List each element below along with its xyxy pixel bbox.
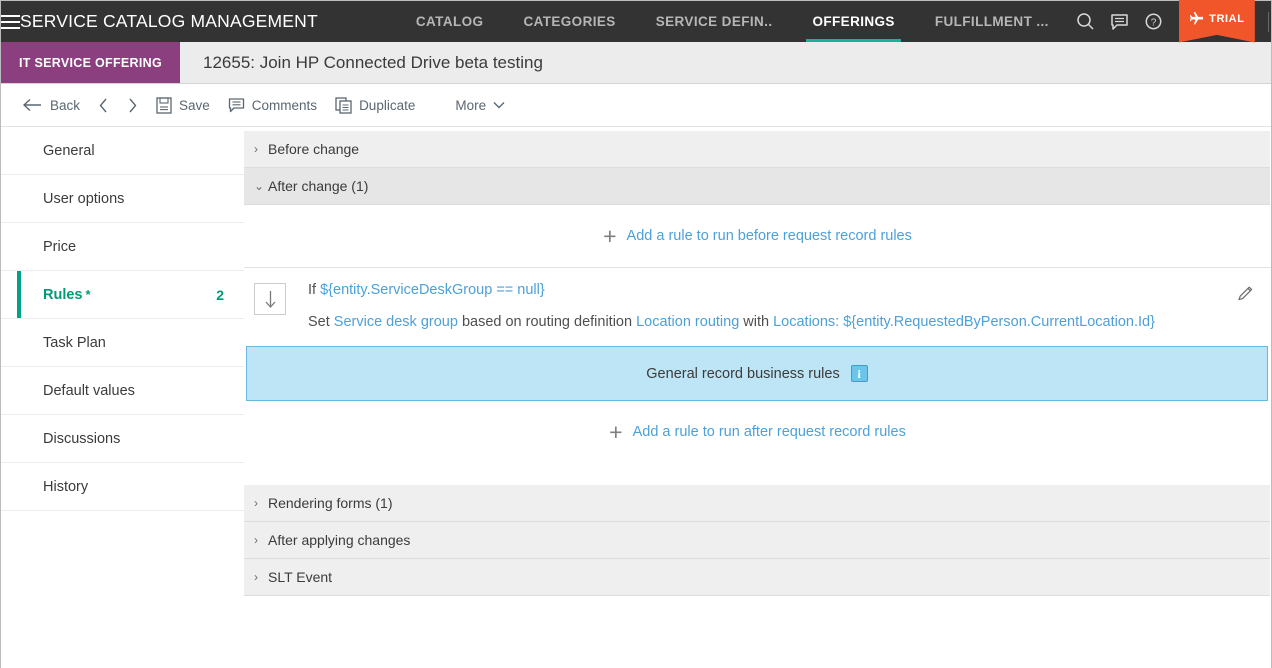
- comments-button[interactable]: Comments: [219, 84, 326, 127]
- back-label: Back: [50, 97, 81, 113]
- sidebar-item-discussions[interactable]: Discussions: [1, 415, 244, 463]
- chevron-down-icon: ⌄: [254, 179, 265, 193]
- sidebar-item-price[interactable]: Price: [1, 223, 244, 271]
- info-icon[interactable]: i: [850, 365, 868, 382]
- comment-icon: [228, 98, 244, 113]
- section-rendering-forms[interactable]: › Rendering forms (1): [244, 485, 1270, 522]
- section-after-applying-changes[interactable]: › After applying changes: [244, 522, 1270, 559]
- app-title: SERVICE CATALOG MANAGEMENT: [20, 11, 318, 31]
- rule-set-with: with: [739, 314, 774, 330]
- sidebar-item-label: History: [43, 478, 89, 495]
- tab-offerings[interactable]: OFFERINGS: [792, 1, 914, 42]
- rule-condition-line: If ${entity.ServiceDeskGroup == null}: [308, 282, 1155, 298]
- add-rule-before-row[interactable]: + Add a rule to run before request recor…: [244, 205, 1271, 267]
- save-button[interactable]: Save: [147, 84, 219, 127]
- duplicate-icon: [335, 96, 352, 114]
- sidebar-item-rules[interactable]: Rules * 2: [1, 271, 244, 319]
- comments-label: Comments: [251, 97, 318, 113]
- rule-routing-definition[interactable]: Location routing: [636, 314, 739, 330]
- arrow-down-icon[interactable]: [254, 283, 286, 315]
- rule-if-prefix: If: [308, 282, 321, 298]
- add-rule-before-link[interactable]: Add a rule to run before request record …: [627, 228, 912, 244]
- sidebar-item-count: 2: [216, 286, 224, 303]
- business-rules-label: General record business rules: [646, 365, 840, 382]
- duplicate-button[interactable]: Duplicate: [326, 84, 424, 127]
- previous-record-button[interactable]: [89, 84, 118, 127]
- section-slt-event[interactable]: › SLT Event: [244, 559, 1270, 596]
- sidebar-item-user-options[interactable]: User options: [1, 175, 244, 223]
- chat-icon[interactable]: [1103, 1, 1137, 42]
- sidebar-item-label: Task Plan: [43, 334, 106, 351]
- chevron-right-icon: ›: [254, 496, 258, 510]
- svg-text:?: ?: [1151, 18, 1157, 29]
- record-type-badge: IT SERVICE OFFERING: [1, 42, 180, 83]
- rule-card: If ${entity.ServiceDeskGroup == null} Se…: [244, 267, 1271, 346]
- more-label: More: [455, 97, 487, 113]
- section-label: After applying changes: [268, 532, 411, 548]
- section-label: SLT Event: [268, 569, 333, 585]
- main-area: General User options Price Rules * 2 Tas…: [1, 127, 1271, 668]
- duplicate-label: Duplicate: [359, 97, 416, 113]
- hamburger-menu-icon[interactable]: [1, 1, 20, 42]
- required-marker: *: [85, 287, 91, 302]
- rule-locations[interactable]: Locations: ${entity.RequestedByPerson.Cu…: [773, 314, 1155, 330]
- add-rule-after-row[interactable]: + Add a rule to run after request record…: [244, 401, 1271, 463]
- sidebar-item-label: Default values: [43, 382, 135, 399]
- section-label: Before change: [268, 141, 360, 157]
- more-button[interactable]: More: [446, 84, 514, 127]
- tab-categories[interactable]: CATEGORIES: [503, 1, 635, 42]
- chevron-right-icon: ›: [254, 570, 258, 584]
- sidebar-item-history[interactable]: History: [1, 463, 244, 511]
- record-sidebar: General User options Price Rules * 2 Tas…: [1, 127, 244, 668]
- save-label: Save: [179, 97, 210, 113]
- trial-badge[interactable]: TRIAL: [1178, 0, 1255, 43]
- after-change-body: + Add a rule to run before request recor…: [244, 205, 1271, 485]
- section-after-change[interactable]: ⌄ After change (1): [244, 168, 1270, 205]
- tab-service-definitions[interactable]: SERVICE DEFIN..: [636, 1, 793, 42]
- rule-set-field[interactable]: Service desk group: [334, 314, 458, 330]
- top-right-actions: ? TRIAL: [1069, 0, 1272, 43]
- add-rule-after-link[interactable]: Add a rule to run after request record r…: [633, 424, 906, 440]
- rule-if-condition[interactable]: ${entity.ServiceDeskGroup == null}: [320, 282, 545, 298]
- top-navigation-bar: SERVICE CATALOG MANAGEMENT CATALOG CATEG…: [1, 0, 1272, 43]
- divider: [1267, 11, 1269, 32]
- rule-set-prefix: Set: [308, 314, 334, 330]
- chevron-down-icon: [493, 102, 505, 109]
- rule-set-mid: based on routing definition: [457, 314, 637, 330]
- rules-content-panel: › Before change ⌄ After change (1) + Add…: [244, 127, 1271, 668]
- rule-action-line: Set Service desk group based on routing …: [308, 314, 1155, 330]
- section-label: Rendering forms (1): [268, 495, 393, 511]
- sidebar-item-task-plan[interactable]: Task Plan: [1, 319, 244, 367]
- chevron-right-icon: ›: [254, 533, 258, 547]
- record-toolbar: Back Save Comments Duplicate More: [1, 84, 1271, 127]
- trial-label: TRIAL: [1209, 12, 1245, 25]
- chevron-right-icon: ›: [254, 142, 258, 156]
- sidebar-item-label: Price: [43, 238, 77, 255]
- save-icon: [156, 96, 172, 114]
- sidebar-item-label: Discussions: [43, 430, 121, 447]
- pencil-icon[interactable]: [1236, 284, 1255, 308]
- page-title: 12655: Join HP Connected Drive beta test…: [203, 52, 543, 72]
- general-record-business-rules-band[interactable]: General record business rules i: [246, 346, 1268, 401]
- section-before-change[interactable]: › Before change: [244, 131, 1270, 168]
- sidebar-item-label: User options: [43, 190, 125, 207]
- sidebar-item-default-values[interactable]: Default values: [1, 367, 244, 415]
- next-record-button[interactable]: [118, 84, 147, 127]
- breadcrumb: IT SERVICE OFFERING 12655: Join HP Conne…: [1, 42, 1271, 84]
- plus-icon: +: [609, 418, 623, 445]
- help-icon[interactable]: ?: [1137, 1, 1171, 42]
- sidebar-item-label: Rules: [43, 286, 83, 303]
- section-label: After change (1): [268, 178, 369, 194]
- sidebar-item-general[interactable]: General: [1, 127, 244, 175]
- sidebar-item-label: General: [43, 142, 95, 159]
- tab-catalog[interactable]: CATALOG: [396, 1, 504, 42]
- airplane-icon: [1190, 11, 1204, 25]
- tab-fulfillment[interactable]: FULFILLMENT ...: [915, 1, 1069, 42]
- rule-text: If ${entity.ServiceDeskGroup == null} Se…: [308, 282, 1155, 330]
- plus-icon: +: [603, 222, 617, 249]
- back-button[interactable]: Back: [23, 84, 89, 127]
- search-icon[interactable]: [1069, 1, 1103, 42]
- top-nav-tabs: CATALOG CATEGORIES SERVICE DEFIN.. OFFER…: [396, 1, 1069, 42]
